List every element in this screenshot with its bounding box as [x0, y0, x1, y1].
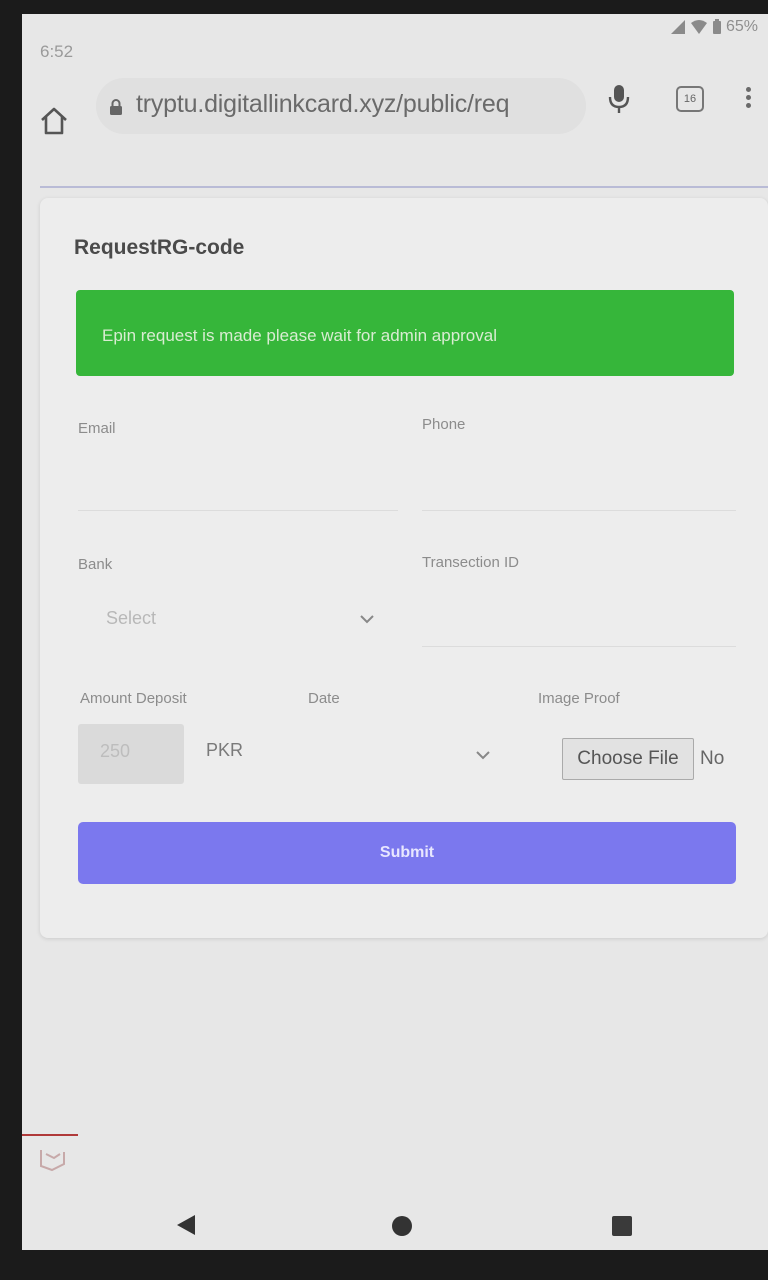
image-proof-label: Image Proof [538, 690, 620, 707]
url-text: tryptu.digitallinkcard.xyz/public/req [136, 90, 510, 118]
page-top-divider [40, 186, 768, 188]
bank-select[interactable]: Select [78, 590, 398, 646]
page-title: RequestRG-code [74, 236, 245, 259]
phone-label: Phone [422, 416, 466, 433]
battery-icon [712, 19, 721, 34]
signal-icon [670, 20, 685, 34]
overflow-menu-icon[interactable] [738, 84, 758, 116]
success-alert: Epin request is made please wait for adm… [76, 290, 734, 376]
chevron-down-icon [360, 615, 374, 624]
file-status: No [700, 748, 725, 769]
android-nav-bar [22, 1190, 768, 1250]
phone-field[interactable] [422, 510, 736, 511]
browser-toolbar: tryptu.digitallinkcard.xyz/public/req 16 [22, 70, 768, 142]
currency-label: PKR [206, 740, 244, 760]
amount-value: 250 [100, 741, 131, 761]
mic-icon[interactable] [608, 84, 630, 114]
nav-home-icon[interactable] [392, 1216, 412, 1236]
status-time: 6:52 [40, 42, 74, 61]
device-screen: 6:52 65% tryptu.digitallinkcard.xyz/publ… [22, 14, 768, 1250]
wifi-icon [690, 20, 707, 34]
address-bar[interactable]: tryptu.digitallinkcard.xyz/public/req [96, 78, 586, 134]
amount-label: Amount Deposit [80, 690, 187, 707]
site-logo-icon [40, 1150, 65, 1172]
footer-accent-line [22, 1134, 78, 1136]
lock-icon [110, 99, 122, 115]
transaction-id-field[interactable] [422, 646, 736, 647]
status-icons: 65% [670, 18, 758, 36]
amount-input[interactable]: 250 [78, 724, 184, 784]
home-icon[interactable] [38, 106, 70, 136]
email-label: Email [78, 420, 116, 437]
choose-file-button[interactable]: Choose File [562, 738, 694, 780]
date-select[interactable] [308, 724, 508, 784]
bank-select-value: Select [106, 608, 157, 628]
email-field[interactable] [78, 510, 398, 511]
tabs-icon[interactable]: 16 [676, 86, 704, 112]
submit-button[interactable]: Submit [78, 822, 736, 884]
recents-icon[interactable] [612, 1216, 632, 1236]
chevron-down-icon [476, 751, 490, 760]
alert-message: Epin request is made please wait for adm… [102, 326, 497, 345]
bank-label: Bank [78, 556, 113, 573]
date-label: Date [308, 690, 340, 707]
back-icon[interactable] [176, 1214, 196, 1236]
request-card: RequestRG-code Epin request is made plea… [40, 198, 768, 938]
status-bar: 6:52 65% [22, 14, 768, 70]
transaction-id-label: Transection ID [422, 554, 519, 571]
battery-percent: 65% [725, 18, 758, 35]
